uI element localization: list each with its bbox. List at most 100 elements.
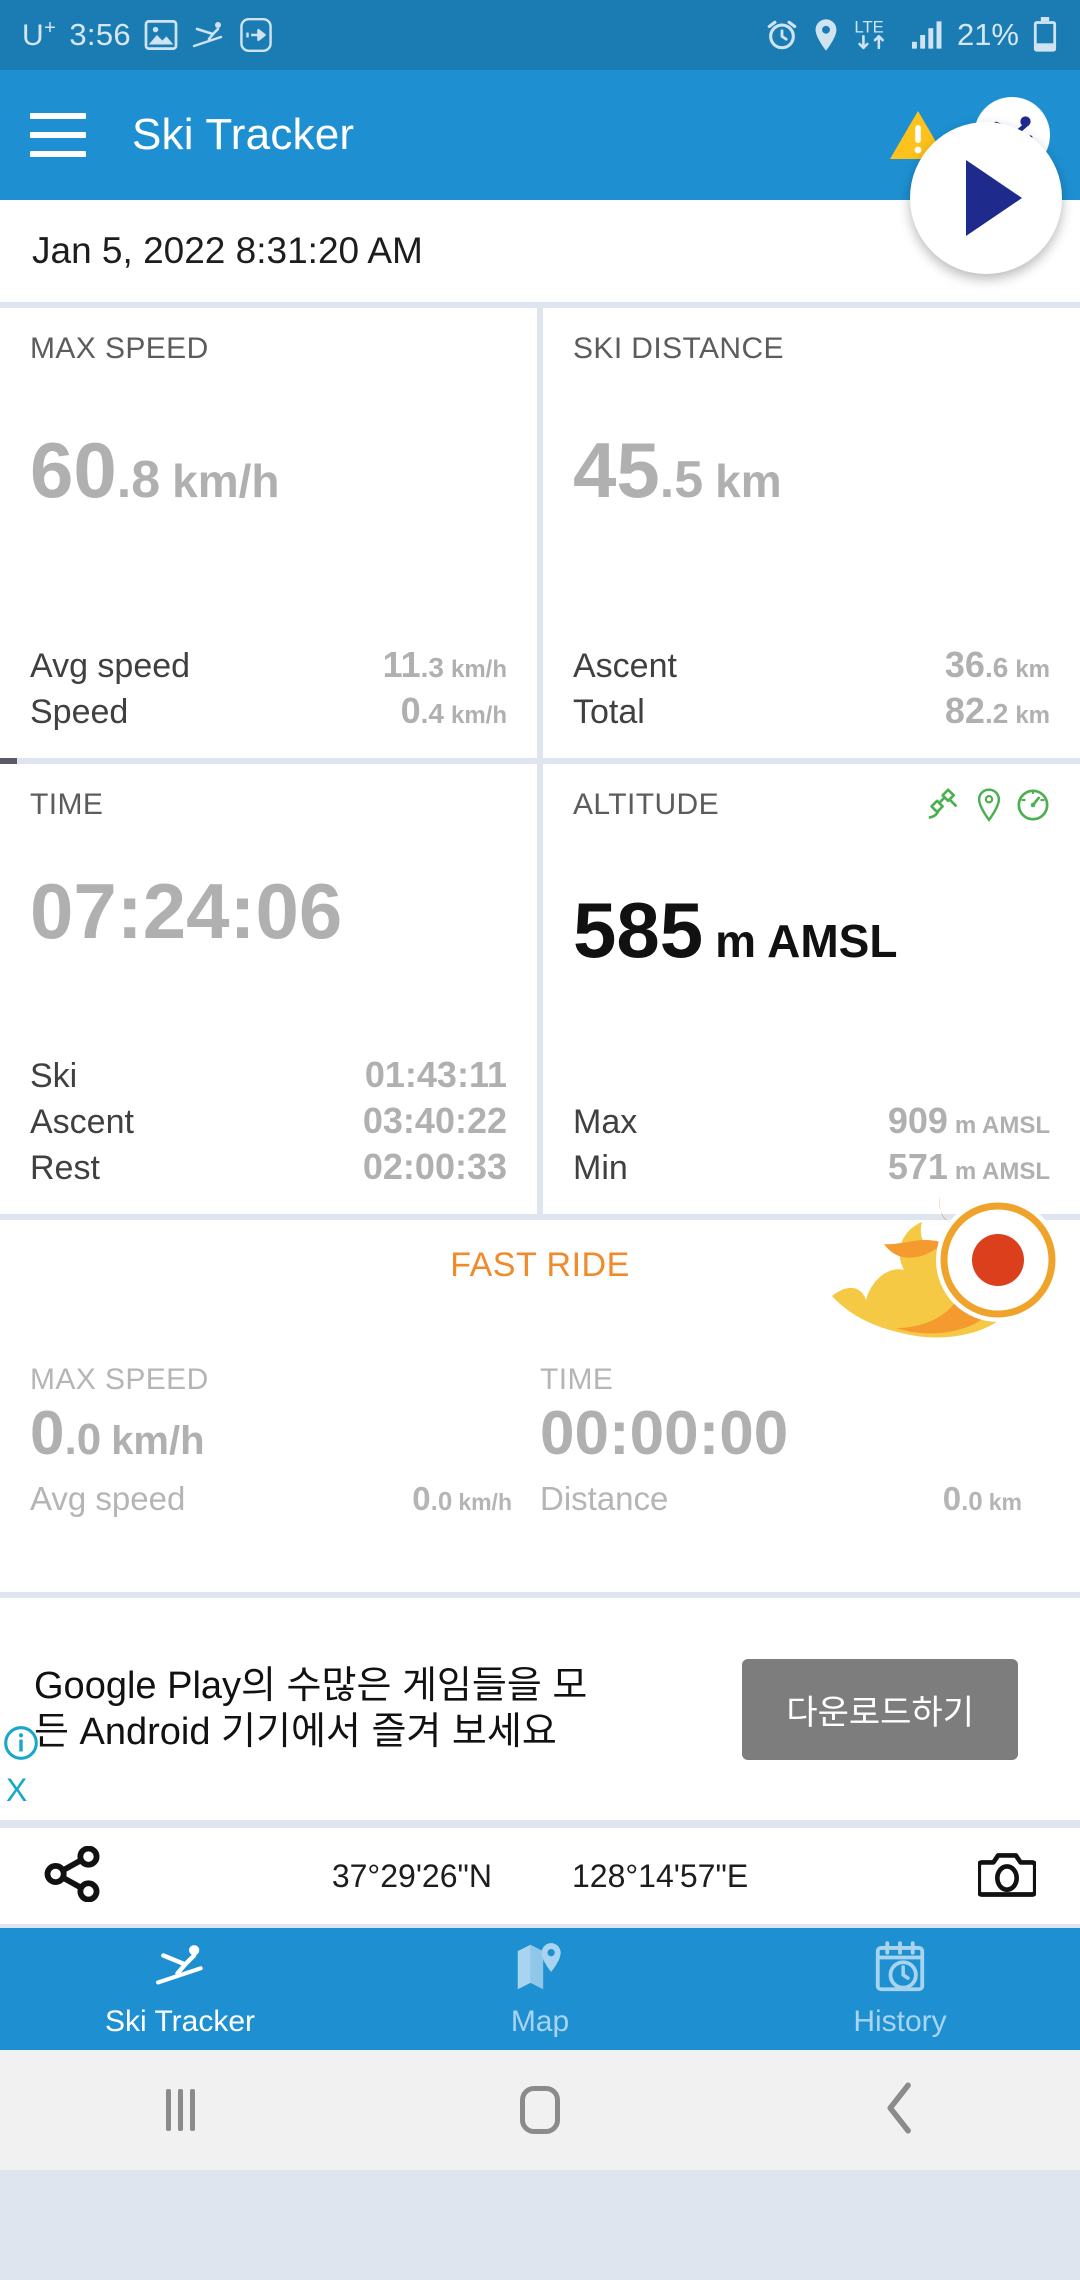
share-icon[interactable] [44,1845,102,1907]
sub-time: 01:43:11 [364,1054,507,1095]
value-unit: km/h [172,455,280,508]
fr-sub-dec: .0 [430,1486,453,1517]
sub-value: 11 .3 km/h [383,644,507,686]
ad-banner[interactable]: Google Play의 수많은 게임들을 모든 Android 기기에서 즐겨… [0,1598,1080,1820]
bottom-navigation: Ski Tracker Map History [0,1928,1080,2050]
gallery-icon [144,20,178,50]
sub-row: Max 909 m AMSL [573,1100,1050,1142]
sub-int: 36 [944,643,985,685]
map-pin-icon [513,1940,567,1999]
sub-dec: .2 [984,697,1009,729]
barometer-icon [1016,788,1050,827]
fast-ride-panel[interactable]: FAST RIDE MAX SPEED 0 .0 km/h Avg speed … [0,1196,1080,1592]
sub-value: 01:43:11 [365,1054,507,1096]
status-bar-clock: 3:56 [69,17,131,52]
value-decimal: .8 [116,451,161,510]
fr-sub-value: 0 .0 km/h [412,1480,512,1518]
card-sub-rows: Max 909 m AMSL Min 571 m AMSL [573,1096,1050,1188]
sub-int: 82 [944,689,985,731]
flame-record-icon[interactable] [822,1178,1072,1368]
card-time[interactable]: TIME 07:24:06 Ski 01:43:11 Ascent 03:40:… [0,764,537,1214]
main-content: Jan 5, 2022 8:31:20 AM MAX SPEED 60 .8 k… [0,200,1080,2170]
nav-item-map[interactable]: Map [360,1928,720,2050]
fr-int: 0 [30,1399,65,1468]
card-ski-distance[interactable]: SKI DISTANCE 45 .5 km Ascent 36 .6 km To… [543,308,1080,758]
card-header: MAX SPEED [30,332,507,366]
sub-label: Ascent [573,646,677,685]
card-sub-rows: Avg speed 11 .3 km/h Speed 0 .4 km/h [30,640,507,732]
nav-label: History [853,2004,947,2038]
nav-label: Map [510,2004,570,2038]
card-primary-value: 585 m AMSL [573,891,1050,969]
back-icon [883,2081,917,2139]
card-title: SKI DISTANCE [573,332,784,365]
data-saver-icon [240,18,272,52]
sub-unit: m AMSL [954,1111,1050,1139]
sub-dec: .3 [420,651,444,683]
android-navigation-bar [0,2050,1080,2170]
sub-time: 03:40:22 [362,1100,507,1141]
coordinates-text: 37°29'26"N 128°14'57"E [102,1858,978,1895]
recents-button[interactable] [0,2089,360,2131]
card-title: TIME [30,788,104,821]
signal-icon [910,20,944,50]
card-sub-rows: Ascent 36 .6 km Total 82 .2 km [573,640,1050,732]
card-header: SKI DISTANCE [573,332,1050,366]
satellite-icon [926,788,962,827]
value-integer: 60 [30,426,117,515]
card-primary-value: 60 .8 km/h [30,431,507,509]
ad-download-button[interactable]: 다운로드하기 [742,1658,1018,1760]
start-tracking-button[interactable] [910,122,1062,274]
nav-label: Ski Tracker [104,2004,256,2038]
sub-time: 02:00:33 [362,1146,507,1187]
location-icon [812,18,840,52]
fr-primary-value: 0 .0 km/h [30,1401,512,1466]
battery-percent-label: 21% [956,17,1019,52]
sub-row: Ski 01:43:11 [30,1054,507,1096]
app-bar: Ski Tracker [0,70,1080,274]
fr-sub-label: Avg speed [30,1480,186,1518]
ad-info-icon[interactable] [4,1726,38,1760]
sub-unit: km [1015,655,1050,683]
ad-close-icon[interactable]: X [6,1774,27,1806]
value-integer: 585 [573,885,704,974]
svg-text:LTE: LTE [854,17,883,36]
sub-int: 909 [887,1099,948,1141]
nav-item-history[interactable]: History [720,1928,1080,2050]
nav-item-ski-tracker[interactable]: Ski Tracker [0,1928,360,2050]
camera-icon[interactable] [976,1847,1038,1906]
sub-value: 909 m AMSL [888,1100,1050,1142]
card-header: TIME [30,788,507,822]
sub-row: Speed 0 .4 km/h [30,690,507,732]
sub-row: Total 82 .2 km [573,690,1050,732]
value-decimal: .5 [659,451,704,510]
session-datetime: Jan 5, 2022 8:31:20 AM [32,230,423,271]
sub-row: Ascent 36 .6 km [573,644,1050,686]
card-primary-value: 45 .5 km [573,431,1050,509]
hamburger-icon[interactable] [30,113,86,157]
sub-value: 03:40:22 [363,1100,507,1142]
fr-label: TIME [540,1363,614,1396]
play-icon [966,160,1022,236]
home-button[interactable] [360,2086,720,2134]
recents-icon [165,2089,195,2131]
page-title: Ski Tracker [132,110,355,159]
back-button[interactable] [720,2081,1080,2139]
card-header: ALTITUDE [573,788,1050,827]
sub-label: Total [573,692,645,731]
fr-unit: km/h [111,1419,205,1463]
card-altitude[interactable]: ALTITUDE 585 m AMSL Max 909 m AMSL Min 5… [543,764,1080,1214]
sub-int: 11 [382,643,421,685]
sub-unit: km/h [450,701,507,729]
sub-label: Rest [30,1149,100,1187]
sub-row: Rest 02:00:33 [30,1146,507,1188]
fr-time: 00:00:00 [540,1399,789,1468]
carrier-label: U+ [22,17,57,52]
fr-sub-int: 0 [412,1480,431,1518]
card-max-speed[interactable]: MAX SPEED 60 .8 km/h Avg speed 11 .3 km/… [0,308,537,758]
status-bar: U+ 3:56 LTE 21% [0,0,1080,70]
longitude-label: 128°14'57"E [571,1857,749,1894]
home-icon [520,2086,560,2134]
sub-label: Min [573,1148,628,1187]
value-time: 07:24:06 [30,867,343,955]
